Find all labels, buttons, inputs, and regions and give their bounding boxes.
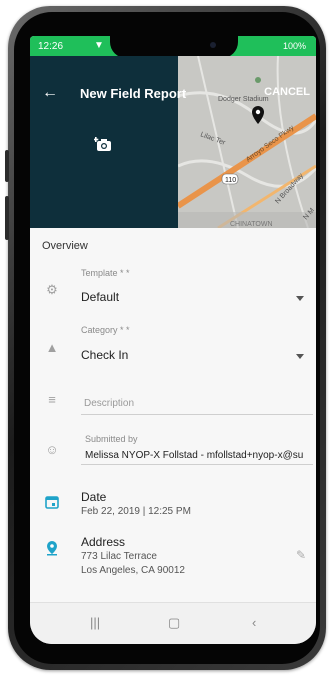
category-value[interactable]: Check In [81,348,128,362]
signal-icon: ▼ [94,40,104,51]
address-line-2: Los Angeles, CA 90012 [81,565,185,576]
back-button[interactable]: ‹ [252,615,256,630]
submitted-by-value[interactable]: Melissa NYOP-X Follstad - mfollstad+nyop… [85,450,315,461]
address-line-1: 773 Lilac Terrace [81,551,157,562]
map-label-dodger-stadium: Dodger Stadium [218,96,269,103]
category-icon: ▲ [45,340,59,355]
notch [110,36,238,58]
description-input[interactable]: Description [84,398,134,409]
status-time: 12:26 [38,41,64,52]
description-underline [81,414,313,415]
description-icon: ≡ [48,392,56,407]
back-arrow-icon[interactable]: ← [42,84,58,102]
map-label-highway: 110 [225,177,236,184]
app-screen: 12:26 ▼ 100% ← New Field Report Dodger S… [30,36,316,644]
add-photo-icon[interactable] [94,136,114,154]
report-header: ← New Field Report Dodger Stadium Lilac … [30,56,316,228]
category-dropdown-arrow[interactable] [296,354,304,359]
recents-button[interactable]: ||| [90,615,100,630]
location-icon [47,541,57,556]
header-panel: ← [30,56,178,228]
edit-icon[interactable]: ✎ [296,548,306,562]
battery-status: 100% [282,41,306,51]
submitted-by-underline [81,464,313,465]
home-button[interactable]: ▢ [168,615,180,631]
phone-side-button [5,150,9,182]
submitted-by-label: Submitted by [85,434,138,444]
form-content: Overview ⚙ Template * * Default ▲ Catego… [30,228,316,602]
map-label-chinatown: CHINATOWN [230,221,273,228]
template-dropdown-arrow[interactable] [296,296,304,301]
category-label: Category * * [81,325,130,335]
address-title: Address [81,535,126,549]
date-title: Date [81,490,107,504]
template-label: Template * * [81,268,130,278]
phone-side-button [5,196,9,240]
gear-icon: ⚙ [46,282,58,297]
section-title: Overview [42,240,88,252]
date-value[interactable]: Feb 22, 2019 | 12:25 PM [81,506,191,517]
page-title: New Field Report [80,86,187,101]
person-icon: ☺ [45,442,59,457]
android-nav-bar: ||| ▢ ‹ [30,602,316,644]
calendar-icon [45,496,59,509]
location-map[interactable]: Dodger Stadium Lilac Ter Arroyo Seco Pkw… [178,56,316,228]
front-camera [210,42,216,48]
map-graphic: Dodger Stadium Lilac Ter Arroyo Seco Pkw… [178,56,316,228]
template-value[interactable]: Default [81,290,119,304]
cancel-button[interactable]: CANCEL [264,86,310,98]
